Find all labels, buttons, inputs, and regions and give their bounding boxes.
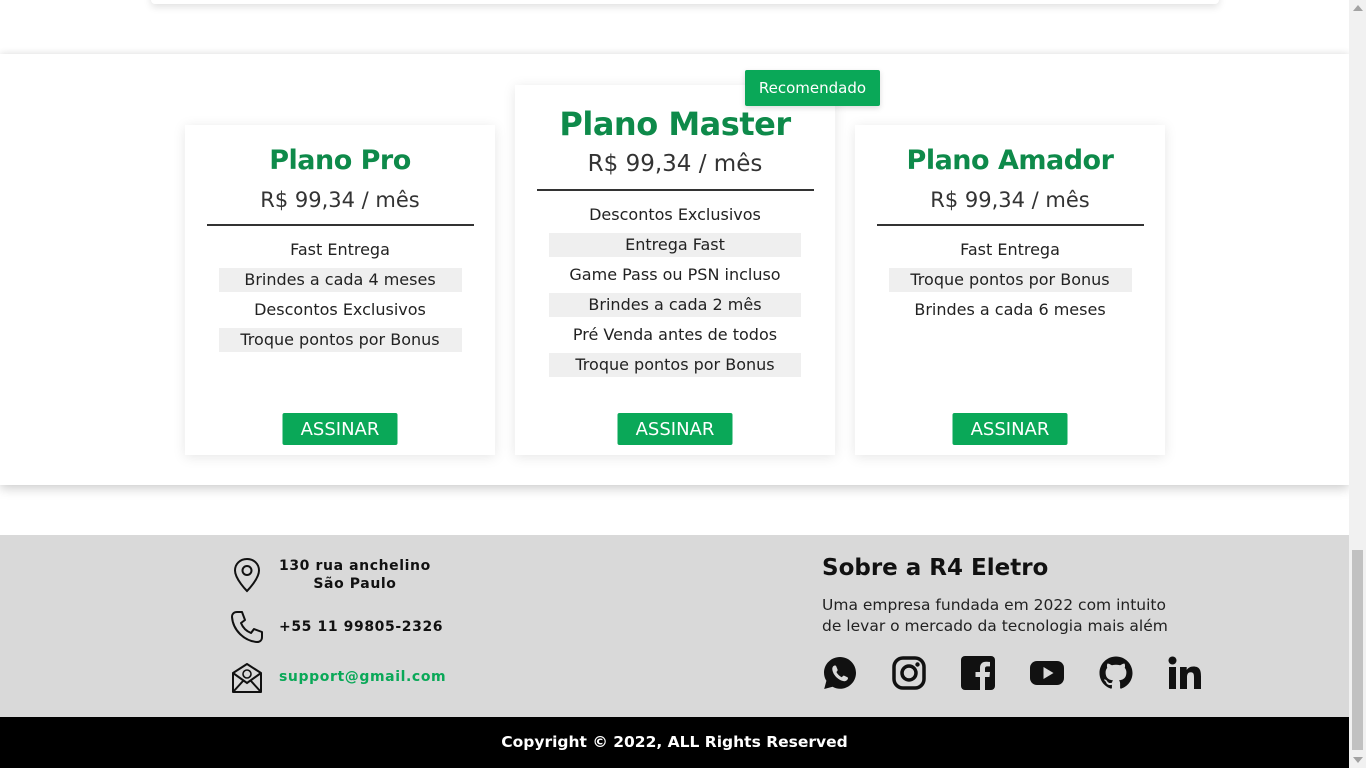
- github-icon[interactable]: [1098, 655, 1134, 691]
- plan-title: Plano Master: [559, 105, 791, 143]
- feature-list: Descontos Exclusivos Entrega Fast Game P…: [515, 203, 835, 377]
- whatsapp-icon[interactable]: [822, 655, 858, 691]
- feature-item: Troque pontos por Bonus: [549, 353, 801, 377]
- feature-item: Troque pontos por Bonus: [218, 328, 462, 352]
- plan-card-pro: Plano Pro R$ 99,34 / mês Fast Entrega Br…: [185, 125, 495, 455]
- plan-title: Plano Pro: [269, 145, 411, 176]
- feature-item: Game Pass ou PSN incluso: [569, 265, 781, 284]
- scroll-down-arrow-icon[interactable]: [1353, 757, 1363, 763]
- page: Plano Pro R$ 99,34 / mês Fast Entrega Br…: [0, 0, 1349, 768]
- feature-item: Brindes a cada 2 mês: [549, 293, 801, 317]
- feature-item: Brindes a cada 4 meses: [218, 268, 462, 292]
- email-contact: support@gmail.com: [229, 659, 446, 695]
- plan-card-amador: Plano Amador R$ 99,34 / mês Fast Entrega…: [855, 125, 1165, 455]
- copyright-bar: Copyright © 2022, ALL Rights Reserved: [0, 717, 1349, 768]
- mail-icon: [229, 659, 265, 695]
- phone-icon: [229, 609, 265, 645]
- about-text-line: Uma empresa fundada em 2022 com intuito: [822, 596, 1166, 614]
- location-pin-icon: [229, 557, 265, 593]
- plan-price: R$ 99,34 / mês: [260, 188, 420, 212]
- phone-contact: +55 11 99805-2326: [229, 609, 443, 645]
- plan-price: R$ 99,34 / mês: [930, 188, 1090, 212]
- plan-price: R$ 99,34 / mês: [587, 151, 763, 177]
- feature-list: Fast Entrega Brindes a cada 4 meses Desc…: [185, 238, 495, 352]
- feature-item: Troque pontos por Bonus: [888, 268, 1132, 292]
- recommended-badge: Recomendado: [745, 70, 880, 106]
- social-links: [822, 655, 1203, 691]
- feature-item: Descontos Exclusivos: [589, 205, 761, 224]
- feature-item: Pré Venda antes de todos: [572, 325, 778, 344]
- plans-section: Plano Pro R$ 99,34 / mês Fast Entrega Br…: [0, 54, 1349, 485]
- scrollbar-thumb[interactable]: [1352, 550, 1363, 750]
- gap-band: [0, 0, 1349, 54]
- copyright-text: Copyright © 2022, ALL Rights Reserved: [501, 733, 848, 751]
- divider: [206, 224, 474, 226]
- divider: [876, 224, 1144, 226]
- address-contact: 130 rua anchelino São Paulo: [229, 557, 431, 593]
- plan-title: Plano Amador: [906, 145, 1114, 176]
- instagram-icon[interactable]: [891, 655, 927, 691]
- about-text: Uma empresa fundada em 2022 com intuito …: [822, 595, 1202, 637]
- about-title: Sobre a R4 Eletro: [822, 555, 1049, 581]
- address-text: 130 rua anchelino São Paulo: [279, 557, 431, 593]
- facebook-icon[interactable]: [960, 655, 996, 691]
- subscribe-button-pro[interactable]: ASSINAR: [282, 413, 398, 445]
- feature-item: Fast Entrega: [290, 240, 390, 259]
- feature-item: Descontos Exclusivos: [254, 300, 426, 319]
- phone-number: +55 11 99805-2326: [279, 619, 444, 635]
- subscribe-button-amador[interactable]: ASSINAR: [952, 413, 1068, 445]
- feature-list: Fast Entrega Troque pontos por Bonus Bri…: [855, 238, 1165, 322]
- feature-item: Brindes a cada 6 meses: [914, 300, 1106, 319]
- plan-card-master: Plano Master R$ 99,34 / mês Descontos Ex…: [515, 85, 835, 455]
- divider: [536, 189, 814, 191]
- feature-item: Entrega Fast: [549, 233, 801, 257]
- about-text-line: de levar o mercado da tecnologia mais al…: [822, 617, 1168, 635]
- previous-section-card: [151, 0, 1219, 4]
- footer: 130 rua anchelino São Paulo +55 11 99805…: [0, 535, 1349, 717]
- email-link[interactable]: support@gmail.com: [279, 668, 446, 686]
- address-line: 130 rua anchelino: [279, 558, 431, 574]
- youtube-icon[interactable]: [1029, 655, 1065, 691]
- subscribe-button-master[interactable]: ASSINAR: [617, 413, 733, 445]
- feature-item: Fast Entrega: [960, 240, 1060, 259]
- scroll-up-arrow-icon[interactable]: [1353, 5, 1363, 11]
- address-city: São Paulo: [313, 576, 397, 592]
- linkedin-icon[interactable]: [1167, 655, 1203, 691]
